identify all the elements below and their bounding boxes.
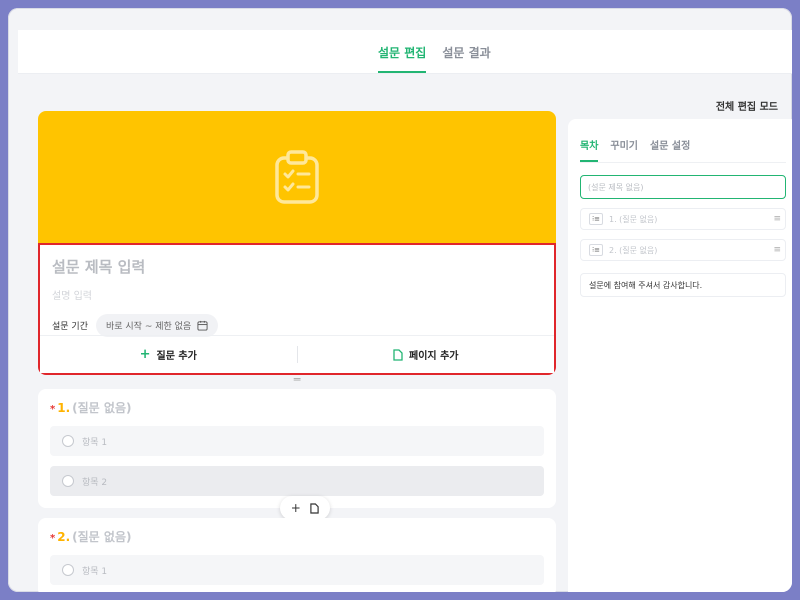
side-panel: 목차 꾸미기 설문 설정 (설문 제목 없음) ⁝≡ 1. (질문 없음) ≡ … — [568, 119, 792, 592]
toc-item[interactable]: ⁝≡ 2. (질문 없음) ≡ — [580, 239, 786, 261]
list-icon: ⁝≡ — [589, 244, 603, 256]
app-window: 설문 편집 설문 결과 전체 편집 모드 설문 제목 입력 설명 입력 설문 기… — [8, 8, 792, 592]
survey-period-label: 설문 기간 — [52, 322, 88, 332]
survey-period-value: 바로 시작 ~ 제한 없음 — [105, 322, 192, 332]
question-title[interactable]: * 1. (질문 없음) — [50, 399, 544, 416]
drag-handle-icon[interactable]: ≡ — [773, 214, 781, 224]
toc-survey-title[interactable]: (설문 제목 없음) — [580, 175, 786, 199]
required-marker: * — [50, 533, 56, 544]
add-question-label: 질문 추가 — [156, 351, 197, 362]
survey-period-row: 설문 기간 바로 시작 ~ 제한 없음 — [52, 314, 542, 337]
question-number: 2. — [57, 530, 71, 544]
survey-editor: 설문 제목 입력 설명 입력 설문 기간 바로 시작 ~ 제한 없음 + 질문 … — [38, 111, 556, 592]
option-item[interactable]: 항목 1 — [50, 426, 544, 456]
toc-item[interactable]: ⁝≡ 1. (질문 없음) ≡ — [580, 208, 786, 230]
add-page-button[interactable]: 페이지 추가 — [298, 336, 555, 373]
question-card[interactable]: * 1. (질문 없음) 항목 1 항목 2 + — [38, 389, 556, 520]
toc-item-label: 1. (질문 없음) — [609, 214, 658, 224]
survey-banner[interactable] — [38, 111, 556, 243]
question-toolbar: + — [280, 496, 330, 520]
full-edit-mode-toggle[interactable]: 전체 편집 모드 — [716, 98, 778, 113]
option-item[interactable]: 항목 2 — [50, 466, 544, 496]
survey-description-input[interactable]: 설명 입력 — [52, 287, 542, 302]
option-label: 항목 1 — [82, 437, 108, 448]
survey-header-card: 설문 제목 입력 설명 입력 설문 기간 바로 시작 ~ 제한 없음 + 질문 … — [38, 111, 556, 375]
add-question-plus-button[interactable]: + — [291, 501, 301, 515]
required-marker: * — [50, 404, 56, 415]
tab-toc[interactable]: 목차 — [580, 137, 599, 162]
survey-period-picker[interactable]: 바로 시작 ~ 제한 없음 — [95, 314, 219, 337]
list-icon: ⁝≡ — [589, 213, 603, 225]
tab-decorate[interactable]: 꾸미기 — [610, 137, 638, 162]
option-label: 항목 1 — [82, 566, 108, 577]
radio-icon — [62, 435, 74, 447]
add-question-button[interactable]: + 질문 추가 — [40, 336, 297, 373]
radio-icon — [62, 475, 74, 487]
drag-handle-icon[interactable]: ≡ — [773, 245, 781, 255]
clipboard-check-icon — [275, 150, 319, 204]
toc-item-label: 2. (질문 없음) — [609, 245, 658, 255]
toc-end-message[interactable]: 설문에 참여해 주셔서 감사합니다. — [580, 273, 786, 297]
drag-handle-icon[interactable]: ═ — [38, 374, 556, 389]
side-panel-tabs: 목차 꾸미기 설문 설정 — [580, 137, 786, 163]
radio-icon — [62, 564, 74, 576]
survey-info-section: 설문 제목 입력 설명 입력 설문 기간 바로 시작 ~ 제한 없음 + 질문 … — [38, 243, 556, 375]
question-title-text: (질문 없음) — [72, 401, 132, 415]
option-item[interactable]: 항목 1 — [50, 555, 544, 585]
calendar-icon — [197, 320, 208, 331]
question-title-text: (질문 없음) — [72, 530, 132, 544]
survey-title-input[interactable]: 설문 제목 입력 — [52, 256, 542, 277]
question-title[interactable]: * 2. (질문 없음) — [50, 528, 544, 545]
option-label: 항목 2 — [82, 477, 108, 488]
page-icon — [310, 502, 319, 514]
tab-survey-settings[interactable]: 설문 설정 — [650, 137, 690, 162]
add-actions-row: + 질문 추가 페이지 추가 — [40, 335, 554, 373]
tab-survey-results[interactable]: 설문 결과 — [442, 44, 490, 73]
main-tabs: 설문 편집 설문 결과 — [378, 44, 491, 73]
add-page-icon-button[interactable] — [310, 502, 319, 514]
question-number: 1. — [57, 401, 71, 415]
top-navigation: 설문 편집 설문 결과 — [18, 30, 792, 74]
question-card[interactable]: * 2. (질문 없음) 항목 1 — [38, 518, 556, 592]
plus-icon: + — [139, 347, 151, 362]
add-page-label: 페이지 추가 — [409, 351, 459, 362]
tab-survey-edit[interactable]: 설문 편집 — [378, 44, 427, 73]
page-icon — [393, 348, 403, 361]
